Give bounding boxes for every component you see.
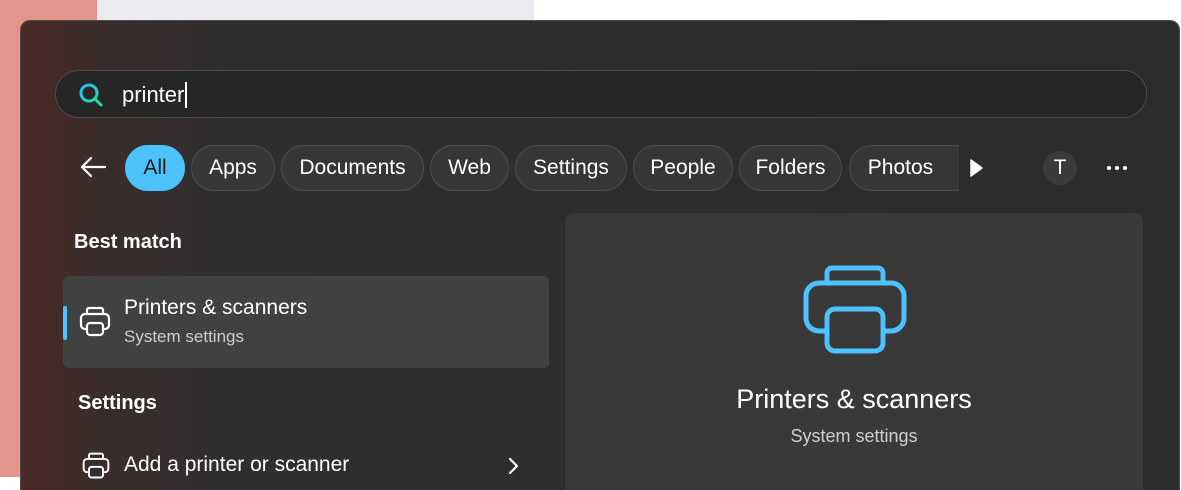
search-query: printer <box>122 82 185 107</box>
best-match-title: Printers & scanners <box>124 296 308 319</box>
preview-subtitle: System settings <box>790 426 918 446</box>
result-preview-pane: Printers & scanners System settings <box>565 213 1143 490</box>
filter-photos[interactable]: Photos <box>849 145 959 191</box>
play-icon[interactable] <box>966 158 986 178</box>
filter-settings[interactable]: Settings <box>515 145 627 191</box>
text-caret <box>185 82 188 108</box>
printer-icon <box>79 306 111 337</box>
preview-title: Printers & scanners <box>736 384 972 414</box>
best-match-result[interactable]: Printers & scanners System settings <box>63 276 549 368</box>
printer-icon <box>803 265 907 354</box>
account-avatar[interactable]: T <box>1043 151 1077 185</box>
filter-web[interactable]: Web <box>430 145 509 191</box>
filter-apps[interactable]: Apps <box>191 145 275 191</box>
filter-documents[interactable]: Documents <box>281 145 424 191</box>
best-match-heading: Best match <box>74 231 182 253</box>
list-item[interactable]: Add a printer or scanner <box>63 441 549 490</box>
filter-people[interactable]: People <box>633 145 733 191</box>
start-search-panel: printer All Apps Documents Web Settings … <box>20 20 1180 490</box>
back-arrow-icon[interactable] <box>77 151 109 183</box>
selection-indicator <box>63 306 67 340</box>
settings-heading: Settings <box>78 392 157 414</box>
search-icon <box>79 83 103 107</box>
chevron-right-icon[interactable] <box>506 455 522 477</box>
more-icon[interactable] <box>1105 157 1129 179</box>
search-input[interactable]: printer <box>122 82 188 108</box>
filter-all[interactable]: All <box>125 145 185 191</box>
settings-item-label: Add a printer or scanner <box>124 453 350 476</box>
filter-folders[interactable]: Folders <box>739 145 842 191</box>
best-match-subtitle: System settings <box>124 327 244 346</box>
search-box[interactable]: printer <box>55 70 1147 118</box>
